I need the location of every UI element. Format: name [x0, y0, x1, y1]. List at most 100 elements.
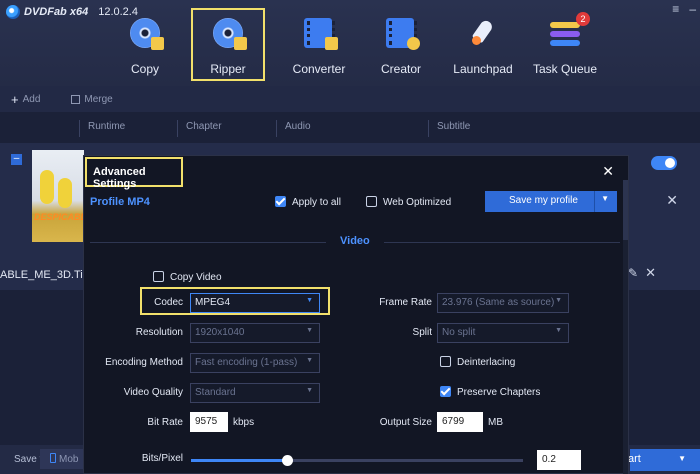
video-section-label: Video	[340, 235, 370, 247]
add-label: Add	[22, 93, 41, 105]
save-to-selector[interactable]: Mob	[40, 449, 85, 469]
window-controls: ≡ –	[672, 2, 696, 16]
module-nav: Copy Ripper Converter Creator Launchpad …	[108, 8, 610, 83]
plus-icon: +	[11, 91, 19, 107]
preserve-chapters-checkbox[interactable]: Preserve Chapters	[440, 386, 540, 398]
checkbox-unchecked-icon	[366, 196, 377, 207]
col-audio: Audio	[276, 120, 311, 137]
task-queue-icon: 2	[550, 12, 590, 48]
checkbox-checked-icon	[275, 196, 286, 207]
codec-select[interactable]: MPEG4 ▼	[190, 293, 320, 313]
file-name: ABLE_ME_3D.Ti...	[0, 269, 92, 281]
chevron-down-icon: ▼	[306, 327, 313, 334]
bits-pixel-slider[interactable]	[191, 455, 523, 466]
movie-thumbnail: DESPICABLE	[32, 150, 93, 242]
copy-video-checkbox[interactable]: Copy Video	[153, 271, 222, 283]
advanced-settings-dialog: Advanced Settings ✕ Profile MP4 Apply to…	[83, 155, 629, 474]
bit-rate-input[interactable]: 9575	[190, 412, 228, 432]
col-runtime: Runtime	[79, 120, 125, 137]
resolution-label: Resolution	[135, 327, 183, 338]
chevron-down-icon: ▼	[306, 297, 313, 304]
chevron-down-icon: ▼	[555, 327, 562, 334]
bit-rate-unit: kbps	[233, 417, 255, 428]
minimize-icon[interactable]: –	[689, 2, 696, 16]
nav-ripper[interactable]: Ripper	[191, 8, 265, 81]
copy-disc-icon	[130, 18, 164, 50]
bit-rate-label: Bit Rate	[147, 417, 183, 428]
menu-icon[interactable]: ≡	[672, 2, 679, 16]
toolbar: + Add Merge	[0, 86, 700, 112]
output-size-label: Output Size	[379, 417, 432, 428]
nav-creator[interactable]: Creator	[364, 8, 438, 81]
dialog-scrollbar-thumb[interactable]	[623, 180, 628, 240]
nav-task-queue[interactable]: 2 Task Queue	[528, 8, 602, 81]
merge-icon	[71, 94, 81, 104]
task-queue-badge: 2	[576, 12, 590, 26]
save-profile-label: Save my profile	[509, 195, 578, 206]
enable-toggle[interactable]	[651, 156, 677, 170]
nav-launchpad[interactable]: Launchpad	[446, 8, 520, 81]
video-quality-select[interactable]: Standard ▼	[190, 383, 320, 403]
nav-copy[interactable]: Copy	[108, 8, 182, 81]
rocket-icon	[468, 18, 498, 48]
frame-rate-label: Frame Rate	[379, 297, 432, 308]
bits-pixel-input[interactable]: 0.2	[537, 450, 581, 470]
encoding-method-label: Encoding Method	[105, 357, 183, 368]
split-select[interactable]: No split ▼	[437, 323, 569, 343]
output-size-input[interactable]: 6799	[437, 412, 483, 432]
nav-task-queue-label: Task Queue	[532, 62, 598, 76]
checkbox-unchecked-icon	[153, 271, 164, 282]
resolution-select[interactable]: 1920x1040 ▼	[190, 323, 320, 343]
nav-ripper-label: Ripper	[210, 62, 246, 76]
thumbnail-title: DESPICABLE	[34, 212, 93, 222]
chevron-down-icon[interactable]: ▼	[601, 194, 609, 203]
save-profile-button[interactable]: Save my profile ▼	[485, 191, 617, 212]
dvdfab-logo-icon	[6, 5, 20, 19]
creator-disc-icon	[386, 18, 420, 50]
phone-icon	[50, 453, 56, 463]
col-subtitle: Subtitle	[428, 120, 470, 137]
nav-launchpad-label: Launchpad	[453, 62, 513, 76]
start-label: art	[628, 453, 641, 465]
add-button[interactable]: + Add	[11, 92, 40, 107]
checkbox-unchecked-icon	[440, 356, 451, 367]
checkbox-checked-icon	[440, 386, 451, 397]
chevron-down-icon[interactable]: ▼	[678, 454, 686, 463]
apply-all-checkbox[interactable]: Apply to all	[275, 196, 341, 208]
ripper-disc-icon	[213, 18, 247, 50]
nav-copy-label: Copy	[130, 62, 159, 76]
chevron-down-icon: ▼	[306, 387, 313, 394]
split-label: Split	[412, 327, 432, 338]
nav-converter-label: Converter	[292, 62, 346, 76]
top-navigation-bar: DVDFab x64 12.0.2.4 ≡ – Copy Ripper Conv…	[0, 0, 700, 86]
chevron-down-icon: ▼	[555, 297, 562, 304]
start-button[interactable]: art ▼	[628, 449, 700, 471]
dialog-title: Advanced Settings	[85, 157, 183, 190]
deinterlacing-checkbox[interactable]: Deinterlacing	[440, 356, 515, 368]
video-section-header: Video	[84, 235, 630, 249]
col-chapter: Chapter	[177, 120, 222, 137]
encoding-method-select[interactable]: Fast encoding (1-pass) ▼	[190, 353, 320, 373]
slider-fill	[191, 459, 287, 462]
merge-label: Merge	[84, 93, 113, 105]
collapse-icon[interactable]: –	[11, 154, 22, 165]
web-optimized-checkbox[interactable]: Web Optimized	[366, 196, 451, 208]
codec-label: Codec	[154, 297, 183, 308]
converter-film-icon	[304, 18, 338, 50]
profile-label: Profile MP4	[90, 196, 150, 208]
chevron-down-icon: ▼	[306, 357, 313, 364]
bits-pixel-label: Bits/Pixel	[141, 453, 183, 464]
output-size-unit: MB	[488, 417, 503, 428]
app-name: DVDFab x64	[24, 6, 89, 18]
edit-icon[interactable]: ✎	[628, 266, 638, 280]
slider-handle[interactable]	[282, 455, 293, 466]
remove-title-icon[interactable]: ✕	[666, 192, 678, 209]
close-icon[interactable]: ✕	[602, 163, 614, 180]
nav-converter[interactable]: Converter	[282, 8, 356, 81]
column-header: Runtime Chapter Audio Subtitle	[0, 117, 700, 139]
video-quality-label: Video Quality	[123, 387, 183, 398]
remove-file-icon[interactable]: ✕	[645, 265, 656, 281]
frame-rate-select[interactable]: 23.976 (Same as source) ▼	[437, 293, 569, 313]
nav-creator-label: Creator	[380, 62, 421, 76]
merge-button[interactable]: Merge	[71, 93, 113, 105]
